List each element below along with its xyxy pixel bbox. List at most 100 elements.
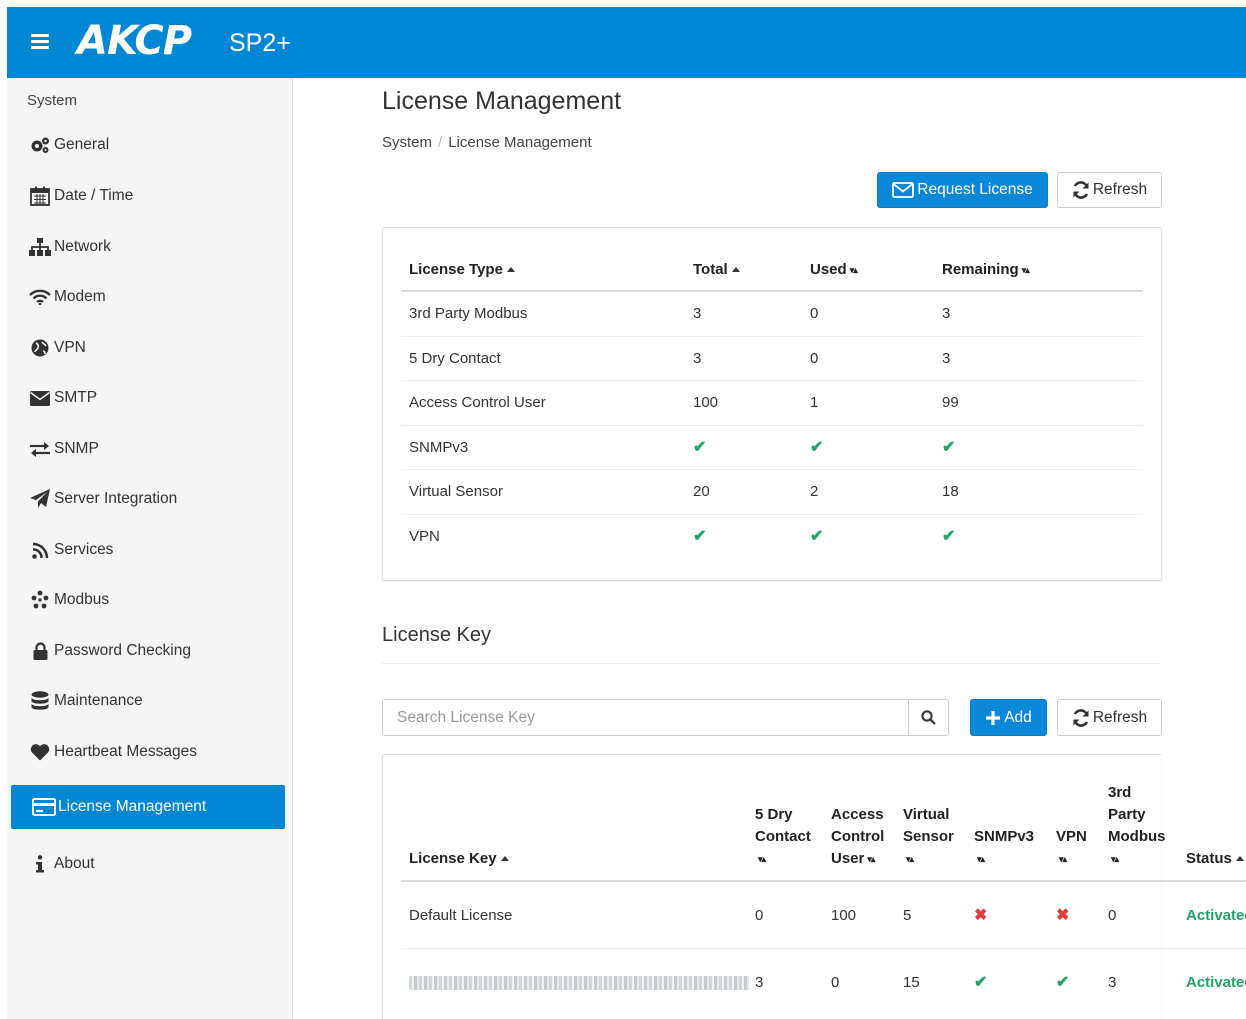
- sidebar-item-modbus[interactable]: Modbus: [11, 578, 285, 622]
- sidebar-item-maintenance[interactable]: Maintenance: [11, 679, 285, 723]
- sidebar-item-label: License Management: [58, 798, 207, 815]
- license-key-card: License Key 5 Dry Contact ▾▴ Access Control…: [382, 754, 1246, 1019]
- sidebar: System General Date / Time Network Modem: [7, 78, 293, 1019]
- sort-icon: ▾▴: [867, 854, 875, 864]
- sidebar-item-snmp[interactable]: SNMP: [11, 427, 285, 471]
- license-key-heading: License Key: [382, 624, 491, 646]
- table-row: 5 Dry Contact 3 0 3: [401, 335, 1143, 381]
- top-bar: AKCP SP2+: [7, 7, 1246, 78]
- license-key-table: License Key 5 Dry Contact ▾▴ Access Control…: [401, 781, 1246, 1015]
- refresh-keys-button[interactable]: Refresh: [1057, 699, 1162, 736]
- sidebar-item-vpn[interactable]: VPN: [11, 326, 285, 370]
- search-button[interactable]: [908, 699, 949, 736]
- sidebar-heading: System: [27, 92, 78, 109]
- license-summary-card: License Type Total Used ▾▴ Remaining ▾▴ 3r…: [382, 227, 1162, 581]
- request-license-button[interactable]: Request License: [877, 172, 1048, 208]
- col-remaining[interactable]: Remaining ▾▴: [941, 246, 1143, 292]
- sidebar-item-heartbeat-messages[interactable]: Heartbeat Messages: [11, 730, 285, 774]
- breadcrumb-current: License Management: [448, 134, 592, 151]
- col-access-control-user[interactable]: Access Control User ▾▴: [830, 781, 902, 882]
- refresh-icon: [1072, 181, 1090, 199]
- sidebar-item-services[interactable]: Services: [11, 528, 285, 572]
- sidebar-item-network[interactable]: Network: [11, 225, 285, 269]
- sidebar-item-license-management[interactable]: License Management: [11, 785, 285, 829]
- menu-icon[interactable]: [31, 34, 49, 50]
- wifi-icon: [27, 289, 53, 305]
- sort-icon: ▾▴: [1021, 265, 1030, 275]
- sidebar-item-about[interactable]: About: [11, 842, 285, 886]
- status-badge: Activated: [1186, 906, 1246, 924]
- col-status[interactable]: Status: [1185, 781, 1246, 882]
- col-license-key[interactable]: License Key: [401, 781, 754, 882]
- check-icon: ✔: [942, 528, 956, 546]
- check-icon: ✔: [1056, 974, 1070, 991]
- credit-card-icon: [31, 798, 57, 816]
- sort-icon: ▾▴: [977, 854, 985, 864]
- table-row: Default License 0 100 5 ✖ ✖ 0 Activated: [401, 880, 1246, 949]
- sidebar-item-label: Date / Time: [54, 187, 134, 204]
- divider: [382, 663, 1161, 664]
- product-name: SP2+: [229, 29, 291, 57]
- heart-icon: [27, 743, 53, 761]
- license-summary-table: License Type Total Used ▾▴ Remaining ▾▴ 3r…: [401, 246, 1143, 558]
- col-3rd-party-modbus[interactable]: 3rd Party Modbus ▾▴: [1107, 781, 1185, 882]
- add-license-button[interactable]: Add: [970, 699, 1047, 736]
- sidebar-item-modem[interactable]: Modem: [11, 275, 285, 319]
- breadcrumb: System / License Management: [382, 134, 592, 151]
- search-icon: [921, 710, 936, 725]
- table-row: SNMPv3 ✔ ✔ ✔: [401, 424, 1143, 470]
- col-snmpv3[interactable]: SNMPv3 ▾▴: [973, 781, 1055, 882]
- check-icon: ✔: [810, 528, 824, 546]
- database-icon: [27, 691, 53, 711]
- sitemap-icon: [27, 238, 53, 256]
- table-row: 3 0 15 ✔ ✔ 3 Activated: [401, 948, 1246, 1015]
- sidebar-item-label: SNMP: [54, 440, 99, 457]
- sort-icon: ▾▴: [1111, 854, 1119, 864]
- sidebar-item-label: General: [54, 136, 110, 153]
- sidebar-item-general[interactable]: General: [11, 123, 285, 167]
- check-icon: ✔: [693, 439, 707, 457]
- search-license-key-input[interactable]: Search License Key: [382, 699, 909, 736]
- paper-plane-icon: [27, 489, 53, 509]
- app-window: AKCP SP2+ System General Date / Time Net…: [7, 7, 1246, 1019]
- breadcrumb-system[interactable]: System: [382, 134, 432, 151]
- sidebar-item-label: Password Checking: [54, 642, 191, 659]
- sidebar-item-label: Maintenance: [54, 692, 143, 709]
- sort-asc-icon: [506, 267, 515, 272]
- col-license-type[interactable]: License Type: [401, 246, 692, 292]
- rss-icon: [27, 542, 53, 559]
- sort-icon: ▾▴: [906, 854, 914, 864]
- check-icon: ✔: [942, 439, 956, 457]
- modbus-icon: [27, 590, 53, 610]
- col-virtual-sensor[interactable]: Virtual Sensor ▾▴: [902, 781, 973, 882]
- sort-icon: ▾▴: [849, 265, 858, 275]
- col-used[interactable]: Used ▾▴: [809, 246, 941, 292]
- sidebar-item-date-time[interactable]: Date / Time: [11, 174, 285, 218]
- check-icon: ✔: [810, 439, 824, 457]
- calendar-icon: [27, 186, 53, 206]
- info-icon: [27, 855, 53, 873]
- table-row: VPN ✔ ✔ ✔: [401, 513, 1143, 558]
- sidebar-item-label: Services: [54, 541, 114, 558]
- col-5-dry-contact[interactable]: 5 Dry Contact ▾▴: [754, 781, 830, 882]
- page-title: License Management: [382, 87, 622, 115]
- refresh-icon: [1072, 708, 1090, 727]
- sidebar-item-password-checking[interactable]: Password Checking: [11, 629, 285, 673]
- sidebar-item-label: SMTP: [54, 389, 98, 406]
- logo: AKCP: [77, 18, 192, 64]
- sidebar-item-server-integration[interactable]: Server Integration: [11, 477, 285, 521]
- envelope-icon: [27, 390, 53, 406]
- sidebar-item-label: VPN: [54, 339, 86, 356]
- lock-icon: [27, 642, 53, 660]
- sidebar-item-label: Modem: [54, 288, 106, 305]
- sort-asc-icon: [500, 856, 509, 861]
- envelope-icon: [892, 182, 915, 198]
- gears-icon: [27, 136, 53, 154]
- sidebar-item-smtp[interactable]: SMTP: [11, 376, 285, 420]
- refresh-licenses-button[interactable]: Refresh: [1057, 172, 1162, 208]
- col-total[interactable]: Total: [692, 246, 809, 292]
- col-vpn[interactable]: VPN ▾▴: [1055, 781, 1107, 882]
- table-row: Virtual Sensor 20 2 18: [401, 469, 1143, 514]
- sort-icon: ▾▴: [758, 854, 766, 864]
- cross-icon: ✖: [1056, 907, 1070, 924]
